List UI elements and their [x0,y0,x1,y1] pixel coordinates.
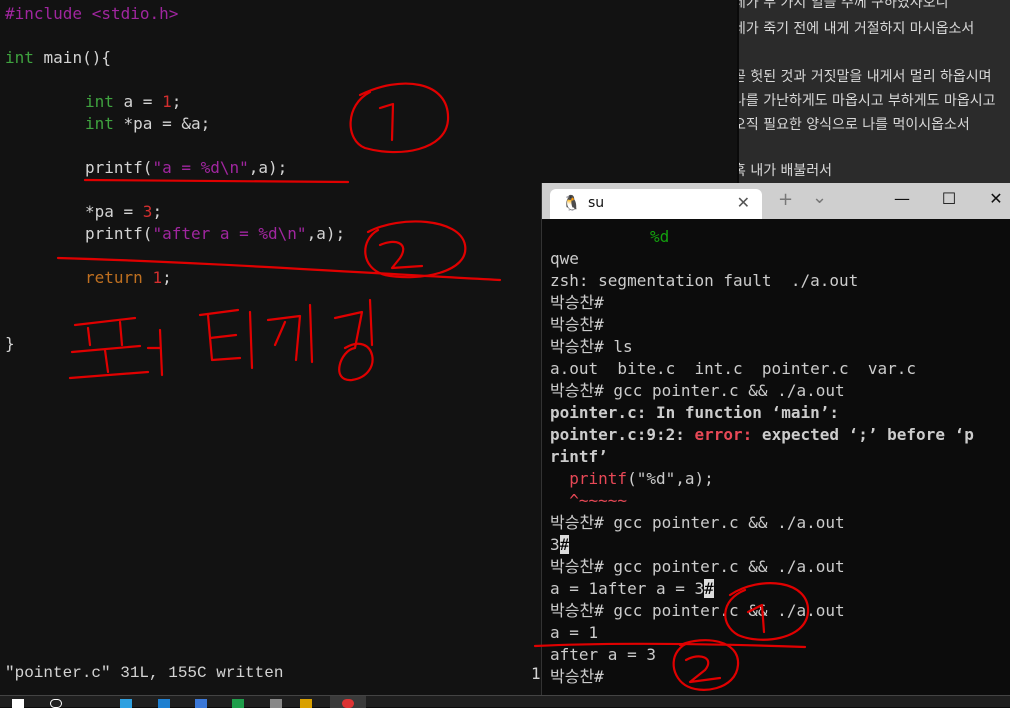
code-line: int a = 1; [85,91,181,113]
error-label: error: [694,425,753,444]
text-line: 네가 죽기 전에 내게 거절하지 마시옵소서 [737,21,975,37]
terminal-prompt: 박승찬# [550,667,604,686]
terminal-line: ^~~~~~ [550,491,628,510]
keyword: return [85,268,143,287]
terminal-line: 박승찬# gcc pointer.c && ./a.out [550,557,845,576]
terminal-line: a = 1after a = 3# [550,578,714,600]
terminal-line: a.out bite.c int.c pointer.c var.c [550,359,917,378]
tab-title: su [588,195,605,211]
background-window: 네가 두 가지 일을 주께 구하였사오니 네가 죽기 전에 내게 거절하지 마시… [737,0,1010,183]
terminal-line: 박승찬# ls [550,337,633,356]
code-text: ,a); [306,224,346,243]
terminal-line: pointer.c: In function ‘main’: [550,403,839,422]
maximize-button[interactable]: ☐ [927,189,971,208]
terminal-line: rintf’ [550,447,608,466]
error-message: expected ‘;’ before ‘p [752,425,974,444]
code-text: printf( [85,224,153,243]
terminal-line: 3# [550,534,570,556]
code-line: printf("a = %d\n",a); [85,157,287,179]
terminal-tab[interactable]: 🐧 su ✕ [550,189,762,219]
code-text: ; [152,202,163,221]
terminal-line: printf("%d",a); [550,468,714,490]
text-line: 나를 가난하게도 마옵시고 부하게도 마옵시고 [737,93,996,109]
terminal-line: a = 1 [550,623,599,642]
code-text: *pa = [85,202,143,221]
code-text: ,a); [248,158,288,177]
keyword: int [85,114,114,133]
keyword: int [85,92,114,111]
status-right: 1 [531,664,541,683]
code-line: *pa = 3; [85,201,162,223]
terminal-line: 박승찬# gcc pointer.c && ./a.out [550,601,845,620]
text-line: 곧 헛된 것과 거짓말을 내게서 멀리 하옵시며 [737,69,992,85]
code-text: main(){ [33,48,111,67]
terminal-window[interactable]: 🐧 su ✕ + ⌄ — ☐ ✕ %d qwe zsh: segmentatio… [541,183,1010,695]
text-line: 혹 내가 배불러서 [737,163,833,179]
terminal-line: %d [650,227,670,246]
code-line: #include <stdio.h> [5,4,179,23]
number: 1 [162,92,172,111]
code-line: int main(){ [5,47,111,69]
code-text: ; [162,268,172,287]
code-line: } [5,334,15,353]
output: a = 1after a = 3 [550,579,705,598]
code-text: printf( [85,158,153,177]
vim-status-line: "pointer.c" 31L, 155C written [5,664,284,682]
code-text: ; [171,92,182,111]
code-text: ("%d",a); [627,469,714,488]
terminal-line: qwe [550,249,579,268]
number: 3 [142,202,153,221]
no-newline-marker: # [559,535,570,554]
close-button[interactable]: ✕ [974,189,1010,208]
dropdown-button[interactable]: ⌄ [812,187,827,208]
number: 1 [152,268,163,287]
tab-close-icon[interactable]: ✕ [737,193,750,212]
terminal-line: 박승찬# gcc pointer.c && ./a.out [550,513,845,532]
error-token: printf [569,469,628,488]
code-line: int *pa = &a; [85,113,210,135]
terminal-tab-bar: 🐧 su ✕ + ⌄ — ☐ ✕ [542,183,1010,219]
terminal-line: 박승찬# [550,293,604,312]
code-line: printf("after a = %d\n",a); [85,223,345,245]
code-text: *pa = &a; [113,114,211,133]
terminal-line: pointer.c:9:2: error: expected ‘;’ befor… [550,424,974,446]
minimize-button[interactable]: — [880,189,924,208]
string: "after a = %d\n" [152,224,307,243]
code-line: return 1; [85,267,172,289]
output: 3 [550,535,560,554]
terminal-line: 박승찬# [550,315,604,334]
no-newline-marker: # [704,579,714,598]
code-text: a = [113,92,163,111]
text-line: 네가 두 가지 일을 주께 구하였사오니 [737,0,949,11]
taskbar [0,695,1010,708]
terminal-line: zsh: segmentation fault ./a.out [550,271,859,290]
terminal-line: 박승찬# gcc pointer.c && ./a.out [550,381,845,400]
text-line: 오직 필요한 양식으로 나를 먹이시옵소서 [737,117,970,133]
terminal-line: after a = 3 [550,645,656,664]
string: "a = %d\n" [152,158,249,177]
error-location: pointer.c:9:2: [550,425,695,444]
new-tab-button[interactable]: + [778,189,793,210]
linux-penguin-icon: 🐧 [562,194,581,212]
keyword: int [5,48,34,67]
terminal-output[interactable]: %d qwe zsh: segmentation fault ./a.out 박… [542,219,1010,695]
